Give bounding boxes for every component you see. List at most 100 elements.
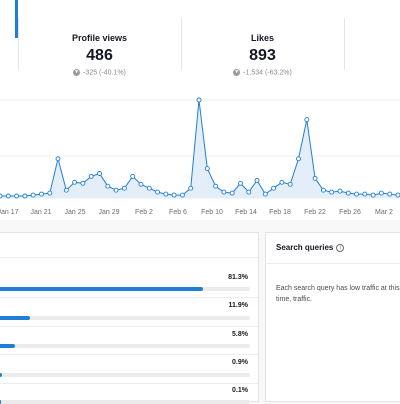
x-tick-label: Jan 21	[30, 209, 51, 216]
data-point	[0, 194, 2, 198]
row-separator	[0, 354, 258, 355]
data-point	[363, 192, 367, 196]
x-tick-label: Feb 26	[339, 209, 361, 216]
data-point	[280, 180, 284, 184]
data-point	[371, 193, 375, 197]
traffic-bar-fill	[0, 373, 2, 377]
data-point	[379, 191, 383, 195]
x-tick-label: Feb 10	[201, 209, 223, 216]
data-point	[56, 157, 60, 161]
data-point	[164, 192, 168, 196]
search-queries-empty-text: Each search query has low traffic at thi…	[276, 283, 400, 305]
traffic-bar-track	[0, 316, 250, 320]
divider	[344, 18, 345, 70]
data-point	[64, 188, 68, 192]
data-point	[297, 157, 301, 161]
stat-tab-selected[interactable]	[0, 0, 18, 86]
x-tick-label: Feb 2	[135, 209, 153, 216]
traffic-percent: 0.9%	[232, 359, 248, 366]
data-point	[272, 186, 276, 190]
traffic-bar-track	[0, 344, 250, 348]
search-queries-card: Search queriesi Each search query has lo…	[265, 232, 400, 402]
x-tick-label: Jan 17	[0, 209, 19, 216]
stat-delta: -325 (-40.1%)	[83, 69, 126, 76]
row-separator	[0, 383, 258, 384]
data-point	[139, 182, 143, 186]
stat-likes[interactable]: Likes 893 ▼-1,534 (-63.2%)	[181, 33, 344, 76]
row-separator	[0, 257, 258, 258]
data-point	[122, 186, 126, 190]
data-point	[31, 193, 35, 197]
x-tick-label: Feb 6	[169, 209, 187, 216]
data-point	[15, 194, 19, 198]
stat-delta: -1,534 (-63.2%)	[243, 69, 292, 76]
data-point	[89, 174, 93, 178]
data-point	[180, 193, 184, 197]
data-point	[288, 182, 292, 186]
series-area	[0, 100, 398, 198]
data-point	[222, 190, 226, 194]
data-point	[48, 191, 52, 195]
traffic-percent: 0.1%	[232, 387, 248, 394]
data-point	[205, 167, 209, 171]
data-point	[106, 184, 110, 188]
row-separator	[0, 326, 258, 327]
data-point	[156, 190, 160, 194]
data-point	[230, 191, 234, 195]
traffic-bar-track	[0, 287, 250, 291]
x-tick-label: Feb 18	[269, 209, 291, 216]
traffic-sources-card: 81.3% 11.9% 5.8% 0.9% 0.1%	[0, 232, 259, 402]
x-tick-label: Feb 14	[235, 209, 257, 216]
data-point	[247, 190, 251, 194]
data-point	[189, 186, 193, 190]
info-icon[interactable]: i	[336, 244, 344, 252]
data-point	[305, 118, 309, 122]
traffic-percent: 5.8%	[232, 331, 248, 338]
stat-value: 486	[18, 47, 181, 65]
views-chart-svg: Jan 17 Jan 21 Jan 25 Jan 29 Feb 2 Feb 6 Feb 10…	[0, 86, 400, 220]
x-tick-label: Jan 25	[64, 209, 85, 216]
traffic-bar-fill	[0, 287, 203, 291]
data-point	[147, 186, 151, 190]
data-point	[255, 178, 259, 182]
data-point	[23, 194, 27, 198]
traffic-percent: 81.3%	[228, 274, 248, 281]
stat-profile-views[interactable]: Profile views 486 ▼-325 (-40.1%)	[18, 33, 181, 76]
stats-bar: Profile views 486 ▼-325 (-40.1%) Likes 8…	[0, 0, 400, 87]
traffic-bar-fill	[0, 344, 15, 348]
down-arrow-icon: ▼	[73, 69, 80, 76]
traffic-bar-fill	[0, 316, 30, 320]
x-tick-label: Mar 2	[375, 209, 393, 216]
data-point	[321, 188, 325, 192]
data-point	[40, 192, 44, 196]
traffic-percent: 11.9%	[229, 302, 248, 309]
data-point	[131, 174, 135, 178]
traffic-bar-track	[0, 400, 250, 404]
data-point	[98, 172, 102, 176]
views-chart: Jan 17 Jan 21 Jan 25 Jan 29 Feb 2 Feb 6 Feb 10…	[0, 86, 400, 220]
stat-value: 893	[181, 47, 344, 65]
card-separator	[266, 263, 400, 264]
search-queries-label: Search queries	[276, 243, 333, 252]
x-tick-label: Feb 22	[304, 209, 326, 216]
data-point	[396, 193, 400, 197]
data-point	[81, 181, 85, 185]
stat-delta-row: ▼-1,534 (-63.2%)	[181, 69, 344, 76]
data-point	[330, 190, 334, 194]
data-point	[114, 188, 118, 192]
x-tick-label: Jan 29	[98, 209, 119, 216]
data-point	[346, 191, 350, 195]
search-queries-title: Search queriesi	[276, 243, 344, 252]
stat-label: Profile views	[18, 33, 181, 43]
data-point	[73, 180, 77, 184]
data-point	[239, 181, 243, 185]
data-point	[338, 189, 342, 193]
stat-delta-row: ▼-325 (-40.1%)	[18, 69, 181, 76]
data-point	[214, 184, 218, 188]
down-arrow-icon: ▼	[233, 69, 240, 76]
data-point	[263, 192, 267, 196]
data-point	[172, 193, 176, 197]
data-point	[388, 192, 392, 196]
data-point	[355, 192, 359, 196]
stat-label: Likes	[181, 33, 344, 43]
